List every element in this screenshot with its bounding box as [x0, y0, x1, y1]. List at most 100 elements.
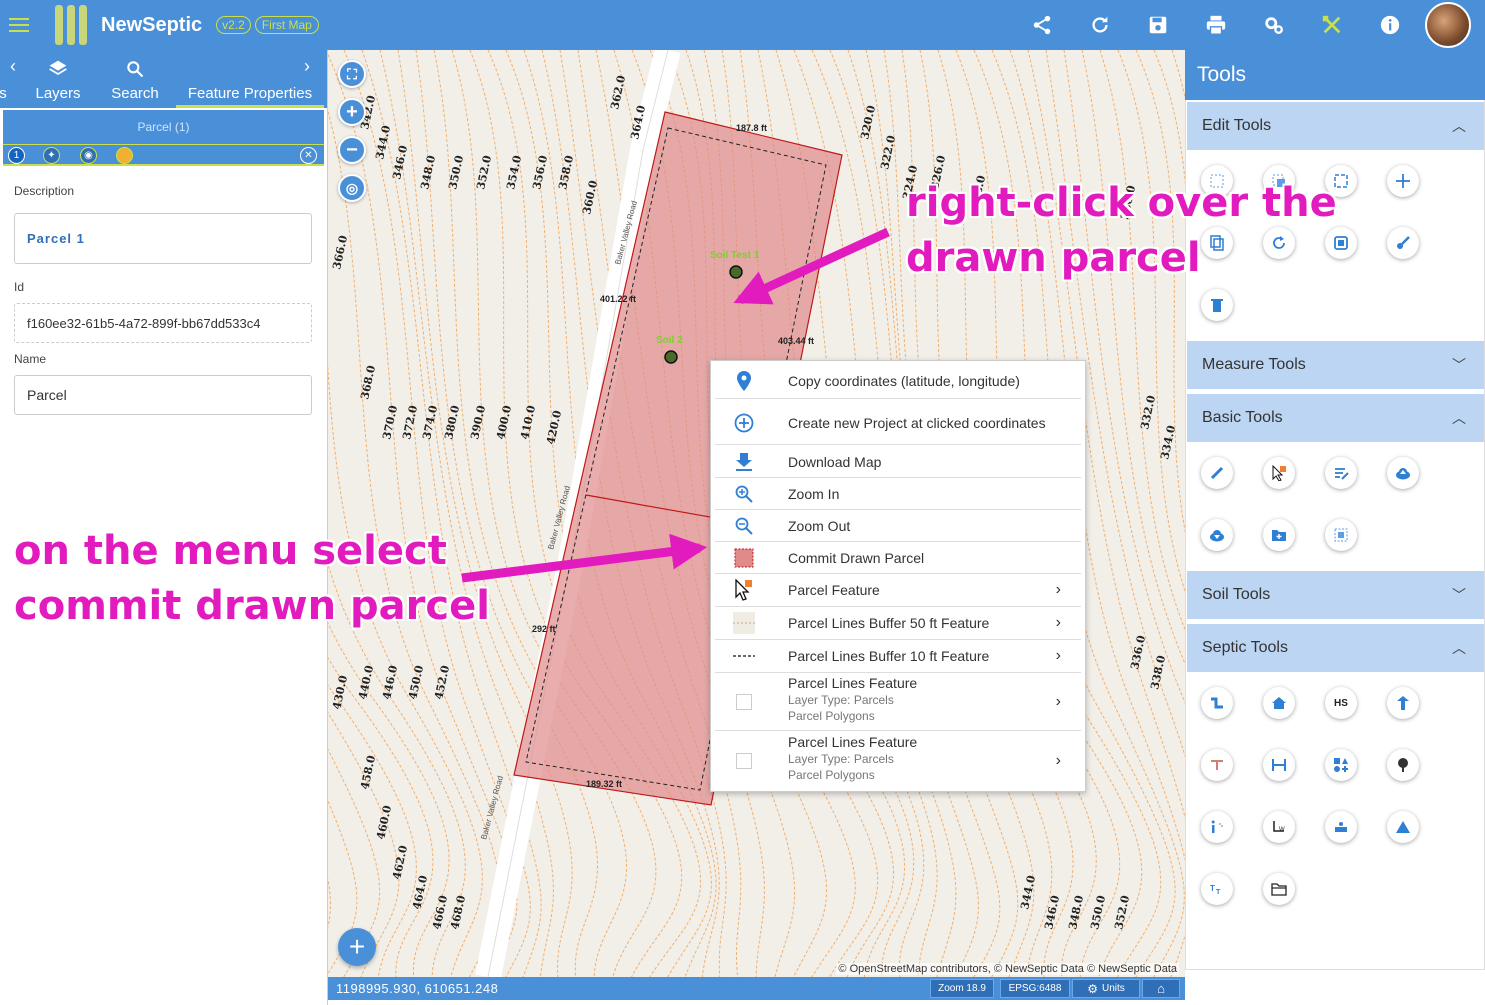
zoom-in-icon [733, 483, 755, 505]
tab-partial[interactable]: s [0, 50, 8, 108]
chevron-right-icon: › [1055, 692, 1061, 710]
menu-item-buffer-10[interactable]: Parcel Lines Buffer 10 ft Feature › [715, 640, 1081, 673]
dimension-label: 401.22 ft [600, 294, 636, 304]
print-icon[interactable] [1187, 0, 1245, 50]
road-label: Baker Valley Road [479, 775, 505, 841]
units-button[interactable]: ⚙ Units [1072, 979, 1140, 998]
folder-open-tool-icon[interactable] [1263, 873, 1295, 905]
id-field[interactable]: f160ee32-61b5-4a72-899f-bb67dd533c4 [14, 303, 312, 343]
cloud-upload-tool-icon[interactable] [1387, 457, 1419, 489]
settings-icon[interactable] [1245, 0, 1303, 50]
menu-item-parcel-feature[interactable]: Parcel Feature › [715, 574, 1081, 607]
pipe-tool-icon[interactable] [1201, 687, 1233, 719]
locate-button[interactable]: ◎ [338, 174, 366, 202]
well-tool-icon[interactable] [1387, 687, 1419, 719]
zoom-out-button[interactable]: − [338, 136, 366, 164]
tabs-scroll-left-icon[interactable]: ‹ [10, 56, 16, 77]
refresh-icon[interactable] [1071, 0, 1129, 50]
tab-feature-properties[interactable]: Feature Properties [176, 50, 324, 108]
add-circle-icon [733, 412, 755, 434]
move-tool-icon[interactable] [1387, 165, 1419, 197]
delete-feature-icon[interactable] [116, 147, 133, 164]
add-button[interactable]: + [338, 928, 376, 966]
section-soil-tools[interactable]: Soil Tools ﹀ [1187, 571, 1484, 619]
contour-label: 352.0 [1112, 894, 1132, 931]
menu-item-parcel-lines-feature[interactable]: Parcel Lines Feature Layer Type: Parcels… [715, 673, 1081, 731]
visibility-icon[interactable]: ◉ [80, 147, 97, 164]
add-shapes-tool-icon[interactable] [1325, 749, 1357, 781]
folder-add-tool-icon[interactable] [1263, 519, 1295, 551]
t-pipe-tool-icon[interactable] [1201, 749, 1233, 781]
top-bar: NewSeptic v2.2 First Map [0, 0, 1485, 50]
zoom-in-button[interactable]: + [338, 98, 366, 126]
contour-label: 400.0 [494, 404, 514, 441]
contour-label: 464.0 [410, 874, 430, 911]
cloud-download-tool-icon[interactable] [1201, 519, 1233, 551]
delete-tool-icon[interactable] [1201, 289, 1233, 321]
dimension-label: 187.8 ft [736, 123, 767, 133]
dimension-label: 403.44 ft [778, 336, 814, 346]
tools-icon[interactable] [1303, 0, 1361, 50]
search-icon [127, 61, 144, 78]
save-icon[interactable] [1129, 0, 1187, 50]
water-line-tool-icon[interactable]: W [1263, 811, 1295, 843]
menu-item-create-project[interactable]: Create new Project at clicked coordinate… [715, 401, 1081, 445]
name-field[interactable]: Parcel [14, 375, 312, 415]
brush-tool-icon[interactable] [1387, 227, 1419, 259]
text-size-tool-icon[interactable]: TT [1201, 873, 1233, 905]
tab-search[interactable]: Search [105, 50, 165, 108]
zoom-level-button[interactable]: Zoom 18.9 [930, 979, 994, 998]
soil-test-marker [729, 265, 743, 279]
select-all-tool-icon[interactable] [1325, 519, 1357, 551]
menu-item-zoom-in[interactable]: Zoom In [715, 478, 1081, 510]
menu-item-zoom-out[interactable]: Zoom Out [715, 510, 1081, 542]
status-bar: 1198995.930, 610651.248 Zoom 18.9 EPSG:6… [328, 977, 1185, 1000]
contour-label: 410.0 [518, 404, 538, 441]
tools-title: Tools [1185, 50, 1485, 100]
select-feature-tool-icon[interactable] [1263, 457, 1295, 489]
tab-layers[interactable]: Layers [30, 50, 86, 108]
user-avatar[interactable] [1419, 0, 1477, 50]
description-field[interactable]: Parcel 1 [14, 213, 312, 264]
triangle-tool-icon[interactable] [1387, 811, 1419, 843]
contour-label: 320.0 [858, 104, 878, 141]
menu-item-buffer-50[interactable]: Parcel Lines Buffer 50 ft Feature › [715, 607, 1081, 640]
contour-label: 362.0 [608, 74, 628, 111]
info-icon[interactable] [1361, 0, 1419, 50]
zoom-to-feature-icon[interactable]: ✦ [43, 147, 60, 164]
contour-label: 372.0 [400, 404, 420, 441]
section-edit-tools[interactable]: Edit Tools ︿ [1187, 102, 1484, 150]
epsg-button[interactable]: EPSG:6488 [1000, 979, 1070, 998]
feature-header[interactable]: Parcel (1) [3, 110, 324, 144]
fullscreen-button[interactable]: ⛶ [338, 60, 366, 88]
menu-item-copy-coordinates[interactable]: Copy coordinates (latitude, longitude) [715, 363, 1081, 399]
contour-label: 344.0 [1018, 874, 1038, 911]
close-icon[interactable]: ✕ [300, 147, 317, 164]
edit-list-tool-icon[interactable] [1325, 457, 1357, 489]
distance-tool-icon[interactable] [1263, 749, 1295, 781]
pencil-tool-icon[interactable] [1201, 457, 1233, 489]
contour-label: 346.0 [1042, 894, 1062, 931]
contour-label: 420.0 [544, 409, 564, 446]
menu-item-commit-drawn-parcel[interactable]: Commit Drawn Parcel [715, 542, 1081, 574]
house-tool-icon[interactable] [1263, 687, 1295, 719]
section-septic-tools[interactable]: Septic Tools ︿ [1187, 624, 1484, 672]
coordinate-readout: 1198995.930, 610651.248 [336, 981, 499, 996]
menu-item-download-map[interactable]: Download Map [715, 446, 1081, 478]
hamburger-menu-icon[interactable] [9, 18, 29, 32]
chevron-right-icon: › [1055, 752, 1061, 769]
dimension-label: 292 ft [532, 624, 556, 634]
hs-tool-icon[interactable]: HS [1325, 687, 1357, 719]
info-point-tool-icon[interactable] [1201, 811, 1233, 843]
home-icon[interactable]: ⌂ [1142, 979, 1180, 998]
tank-tool-icon[interactable] [1325, 811, 1357, 843]
share-icon[interactable] [1013, 0, 1071, 50]
contour-label: 380.0 [442, 404, 462, 441]
tree-tool-icon[interactable] [1387, 749, 1419, 781]
contour-label: 344.0 [373, 124, 393, 161]
section-measure-tools[interactable]: Measure Tools ﹀ [1187, 341, 1484, 389]
section-basic-tools[interactable]: Basic Tools ︿ [1187, 394, 1484, 442]
buffer-10-swatch-icon [733, 645, 755, 667]
menu-item-parcel-lines-feature[interactable]: Parcel Lines Feature Layer Type: Parcels… [715, 732, 1081, 790]
map-name-badge[interactable]: First Map [254, 16, 319, 34]
